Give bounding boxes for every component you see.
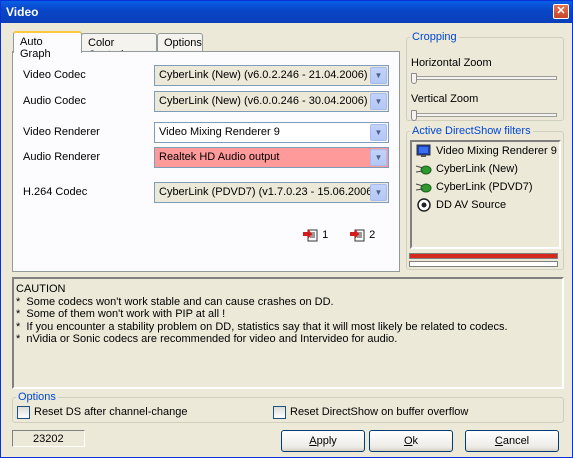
- close-icon: ✕: [556, 5, 566, 17]
- tab-color-controls[interactable]: Color Controls: [81, 33, 157, 61]
- horizontal-zoom-label: Horizontal Zoom: [411, 57, 492, 69]
- chevron-down-icon[interactable]: ▼: [370, 184, 387, 201]
- status-bar-white: [409, 261, 558, 267]
- options-legend: Options: [18, 391, 56, 403]
- audio-codec-value: CyberLink (New) (v6.0.0.246 - 30.04.2006…: [159, 95, 368, 107]
- list-item[interactable]: DD AV Source: [416, 198, 506, 212]
- button-label: k: [412, 435, 419, 447]
- window-title: Video: [6, 5, 39, 19]
- video-renderer-label: Video Renderer: [23, 126, 100, 138]
- reset-ds-channel-checkbox[interactable]: [17, 406, 30, 419]
- route-arrow-icon: [350, 228, 366, 242]
- vertical-zoom-label: Vertical Zoom: [411, 93, 479, 105]
- chevron-down-icon[interactable]: ▼: [370, 124, 387, 141]
- h264-codec-value: CyberLink (PDVD7) (v1.7.0.23 - 15.06.200…: [159, 186, 377, 198]
- ok-button[interactable]: Ok: [369, 430, 453, 452]
- h264-codec-label: H.264 Codec: [23, 186, 88, 198]
- route-arrow-icon: [303, 228, 319, 242]
- audio-renderer-value: Realtek HD Audio output: [159, 151, 280, 163]
- directshow-filter-list: Video Mixing Renderer 9 CyberLink (New) …: [410, 140, 561, 249]
- caution-line: * Some codecs won't work stable and can …: [16, 295, 334, 308]
- audio-codec-label: Audio Codec: [23, 95, 86, 107]
- vertical-zoom-slider[interactable]: [411, 110, 557, 121]
- reset-ds-channel-label[interactable]: Reset DS after channel-change: [34, 406, 187, 418]
- reset-ds-buffer-label[interactable]: Reset DirectShow on buffer overflow: [290, 406, 468, 418]
- h264-codec-select[interactable]: CyberLink (PDVD7) (v1.7.0.23 - 15.06.200…: [154, 182, 389, 203]
- list-item[interactable]: CyberLink (PDVD7): [415, 180, 533, 194]
- route-button-label: 1: [322, 228, 329, 241]
- cropping-legend: Cropping: [412, 31, 457, 43]
- caution-line: * If you encounter a stability problem o…: [16, 320, 508, 333]
- chevron-down-icon[interactable]: ▼: [370, 93, 387, 110]
- tab-auto-graph[interactable]: Auto Graph: [13, 31, 82, 60]
- status-value: 23202: [33, 433, 64, 445]
- video-dialog: Video ✕ Auto Graph Color Controls Option…: [0, 0, 573, 458]
- button-label: ancel: [502, 435, 530, 447]
- list-item[interactable]: CyberLink (New): [415, 162, 518, 176]
- monitor-icon: [416, 144, 432, 158]
- route-button-label: 2: [369, 228, 376, 241]
- caution-line: * Some of them won't work with PIP at al…: [16, 308, 226, 321]
- slider-thumb[interactable]: [411, 110, 417, 121]
- audio-renderer-label: Audio Renderer: [23, 151, 101, 163]
- route-button-2[interactable]: 2: [350, 228, 375, 242]
- video-codec-select[interactable]: CyberLink (New) (v6.0.2.246 - 21.04.2006…: [154, 65, 389, 86]
- caution-text: CAUTION * Some codecs won't work stable …: [12, 277, 564, 389]
- chevron-down-icon[interactable]: ▼: [370, 67, 387, 84]
- status-value-box: 23202: [12, 430, 85, 447]
- mnemonic: O: [403, 435, 413, 447]
- apply-button[interactable]: Apply: [281, 430, 365, 452]
- cropping-group: Cropping Horizontal Zoom Vertical Zoom: [406, 31, 564, 121]
- caution-line: CAUTION: [16, 283, 66, 295]
- horizontal-zoom-slider[interactable]: [411, 73, 557, 84]
- tab-label: Options: [164, 37, 202, 49]
- close-button[interactable]: ✕: [553, 4, 569, 19]
- audio-renderer-select[interactable]: Realtek HD Audio output ▼: [154, 147, 389, 168]
- filter-label: Video Mixing Renderer 9: [436, 144, 557, 157]
- slider-thumb[interactable]: [411, 73, 417, 84]
- list-item[interactable]: Video Mixing Renderer 9: [416, 144, 557, 158]
- caution-line: * nVidia or Sonic codecs are recommended…: [16, 333, 398, 346]
- source-disc-icon: [416, 198, 432, 212]
- filter-label: CyberLink (New): [436, 162, 518, 175]
- reset-ds-buffer-checkbox[interactable]: [273, 406, 286, 419]
- mnemonic: A: [309, 435, 317, 447]
- video-codec-label: Video Codec: [23, 69, 86, 81]
- cancel-button[interactable]: Cancel: [465, 430, 559, 452]
- codec-arrow-icon: [415, 180, 432, 194]
- chevron-down-icon[interactable]: ▼: [370, 149, 387, 166]
- video-renderer-select[interactable]: Video Mixing Renderer 9 ▼: [154, 122, 389, 143]
- tab-options[interactable]: Options: [157, 33, 203, 52]
- video-renderer-value: Video Mixing Renderer 9: [159, 126, 280, 138]
- codec-arrow-icon: [415, 162, 432, 176]
- title-bar[interactable]: Video ✕: [1, 1, 572, 23]
- auto-graph-panel: Video Codec CyberLink (New) (v6.0.2.246 …: [12, 51, 400, 272]
- filter-label: CyberLink (PDVD7): [436, 180, 533, 193]
- directshow-legend: Active DirectShow filters: [412, 125, 531, 137]
- tab-label: Auto Graph: [20, 36, 51, 60]
- route-button-1[interactable]: 1: [303, 228, 328, 242]
- filter-label: DD AV Source: [436, 198, 507, 211]
- status-bar-red: [409, 253, 558, 259]
- button-label: pply: [316, 435, 337, 447]
- audio-codec-select[interactable]: CyberLink (New) (v6.0.0.246 - 30.04.2006…: [154, 91, 389, 112]
- mnemonic: C: [494, 435, 503, 447]
- video-codec-value: CyberLink (New) (v6.0.2.246 - 21.04.2006…: [159, 69, 368, 81]
